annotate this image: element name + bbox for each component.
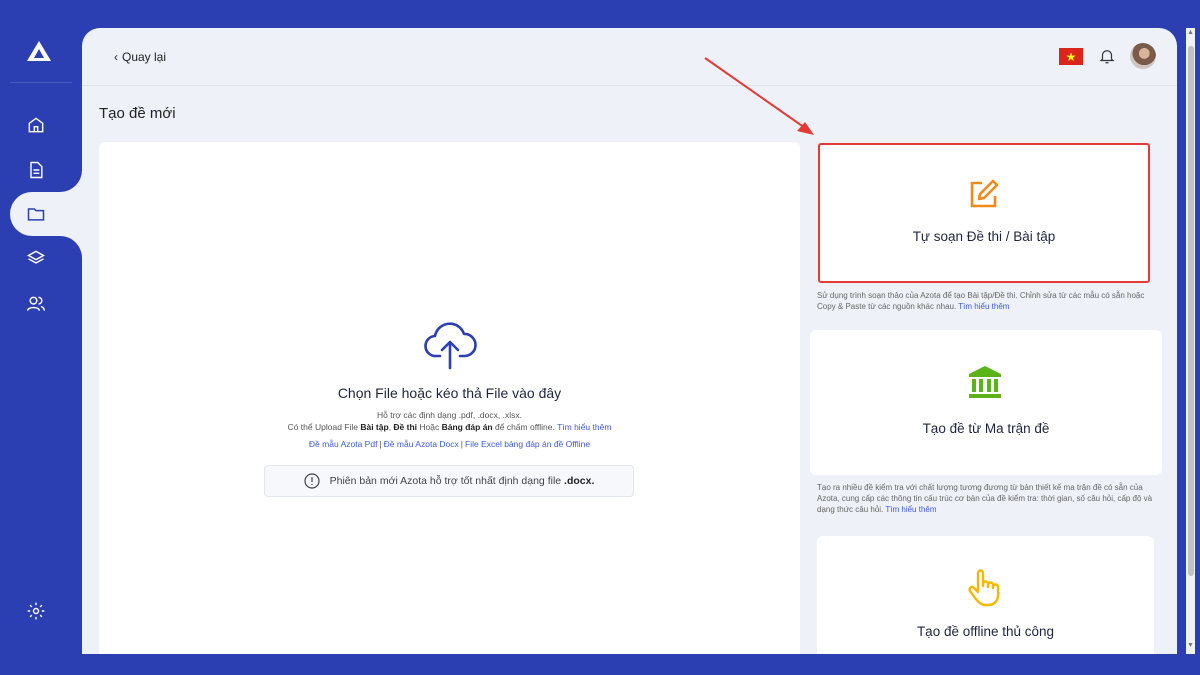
template-pdf-link[interactable]: Đề mẫu Azota Pdf: [309, 439, 378, 449]
template-docx-link[interactable]: Đề mẫu Azota Docx: [384, 439, 459, 449]
docx-notice: Phiên bản mới Azota hỗ trợ tốt nhất định…: [264, 465, 634, 497]
nav-users[interactable]: [22, 290, 50, 318]
back-button[interactable]: ‹ Quay lại: [114, 50, 166, 64]
option-self-compose[interactable]: Tự soạn Đề thi / Bài tập: [818, 143, 1150, 283]
learn-more-link[interactable]: Tìm hiểu thêm: [958, 302, 1009, 311]
option-matrix[interactable]: Tạo đề từ Ma trận đề: [810, 330, 1162, 475]
template-excel-link[interactable]: File Excel bảng đáp án đề Offline: [465, 439, 590, 449]
upload-title: Chọn File hoặc kéo thả File vào đây: [337, 385, 562, 401]
upload-hint: Có thể Upload File Bài tập, Đề thi Hoặc …: [287, 422, 612, 432]
nav-layers[interactable]: [22, 244, 50, 272]
info-icon: [304, 473, 320, 489]
template-links: Đề mẫu Azota Pdf | Đề mẫu Azota Docx | File …: [308, 439, 591, 449]
nav-folder[interactable]: [22, 200, 50, 228]
vietnam-flag-icon[interactable]: ★: [1059, 48, 1083, 65]
scroll-down-icon[interactable]: ▼: [1187, 642, 1194, 649]
document-icon: [30, 161, 43, 179]
option-title: Tạo đề từ Ma trận đề: [922, 421, 1050, 436]
divider: [10, 82, 72, 83]
edit-icon: [970, 179, 999, 208]
azota-logo-icon[interactable]: [26, 40, 52, 62]
option-offline-manual[interactable]: Tạo đề offline thủ công: [817, 536, 1154, 654]
folder-icon: [27, 208, 45, 221]
back-label: Quay lại: [122, 50, 167, 64]
home-icon: [28, 117, 44, 133]
sidebar: [0, 0, 90, 675]
cloud-upload-icon: [424, 322, 477, 370]
hand-pointer-icon: [968, 569, 1000, 607]
learn-more-link[interactable]: Tìm hiểu thêm: [885, 505, 936, 514]
users-icon: [26, 296, 46, 311]
avatar[interactable]: [1130, 43, 1156, 69]
main-panel: ‹ Quay lại ★ Tạo đề mới Chọn File hoặc k…: [82, 28, 1177, 654]
learn-more-link[interactable]: Tìm hiểu thêm: [557, 422, 611, 432]
notice-text: Phiên bản mới Azota hỗ trợ tốt nhất định…: [329, 475, 595, 487]
nav-documents[interactable]: [22, 156, 50, 184]
gear-icon: [27, 602, 45, 620]
topbar: ‹ Quay lại ★: [82, 28, 1177, 86]
option-title: Tự soạn Đề thi / Bài tập: [912, 229, 1056, 244]
scrollbar-thumb[interactable]: [1188, 46, 1194, 576]
layers-icon: [27, 250, 45, 264]
scroll-up-icon[interactable]: ▲: [1187, 29, 1194, 36]
file-dropzone[interactable]: Chọn File hoặc kéo thả File vào đây Hỗ t…: [99, 142, 800, 654]
option-description: Tạo ra nhiều đề kiểm tra với chất lượng …: [817, 483, 1153, 514]
nav-settings[interactable]: [22, 597, 50, 625]
nav-home[interactable]: [22, 111, 50, 139]
chevron-left-icon: ‹: [114, 50, 118, 64]
bank-icon: [969, 366, 1001, 398]
option-title: Tạo đề offline thủ công: [916, 624, 1055, 639]
option-description: Sử dụng trình soạn thảo của Azota để tạo…: [817, 291, 1145, 311]
supported-formats: Hỗ trợ các định dạng .pdf, .docx, .xlsx.: [377, 410, 522, 420]
bell-icon[interactable]: [1098, 47, 1116, 65]
page-title: Tạo đề mới: [99, 105, 176, 122]
